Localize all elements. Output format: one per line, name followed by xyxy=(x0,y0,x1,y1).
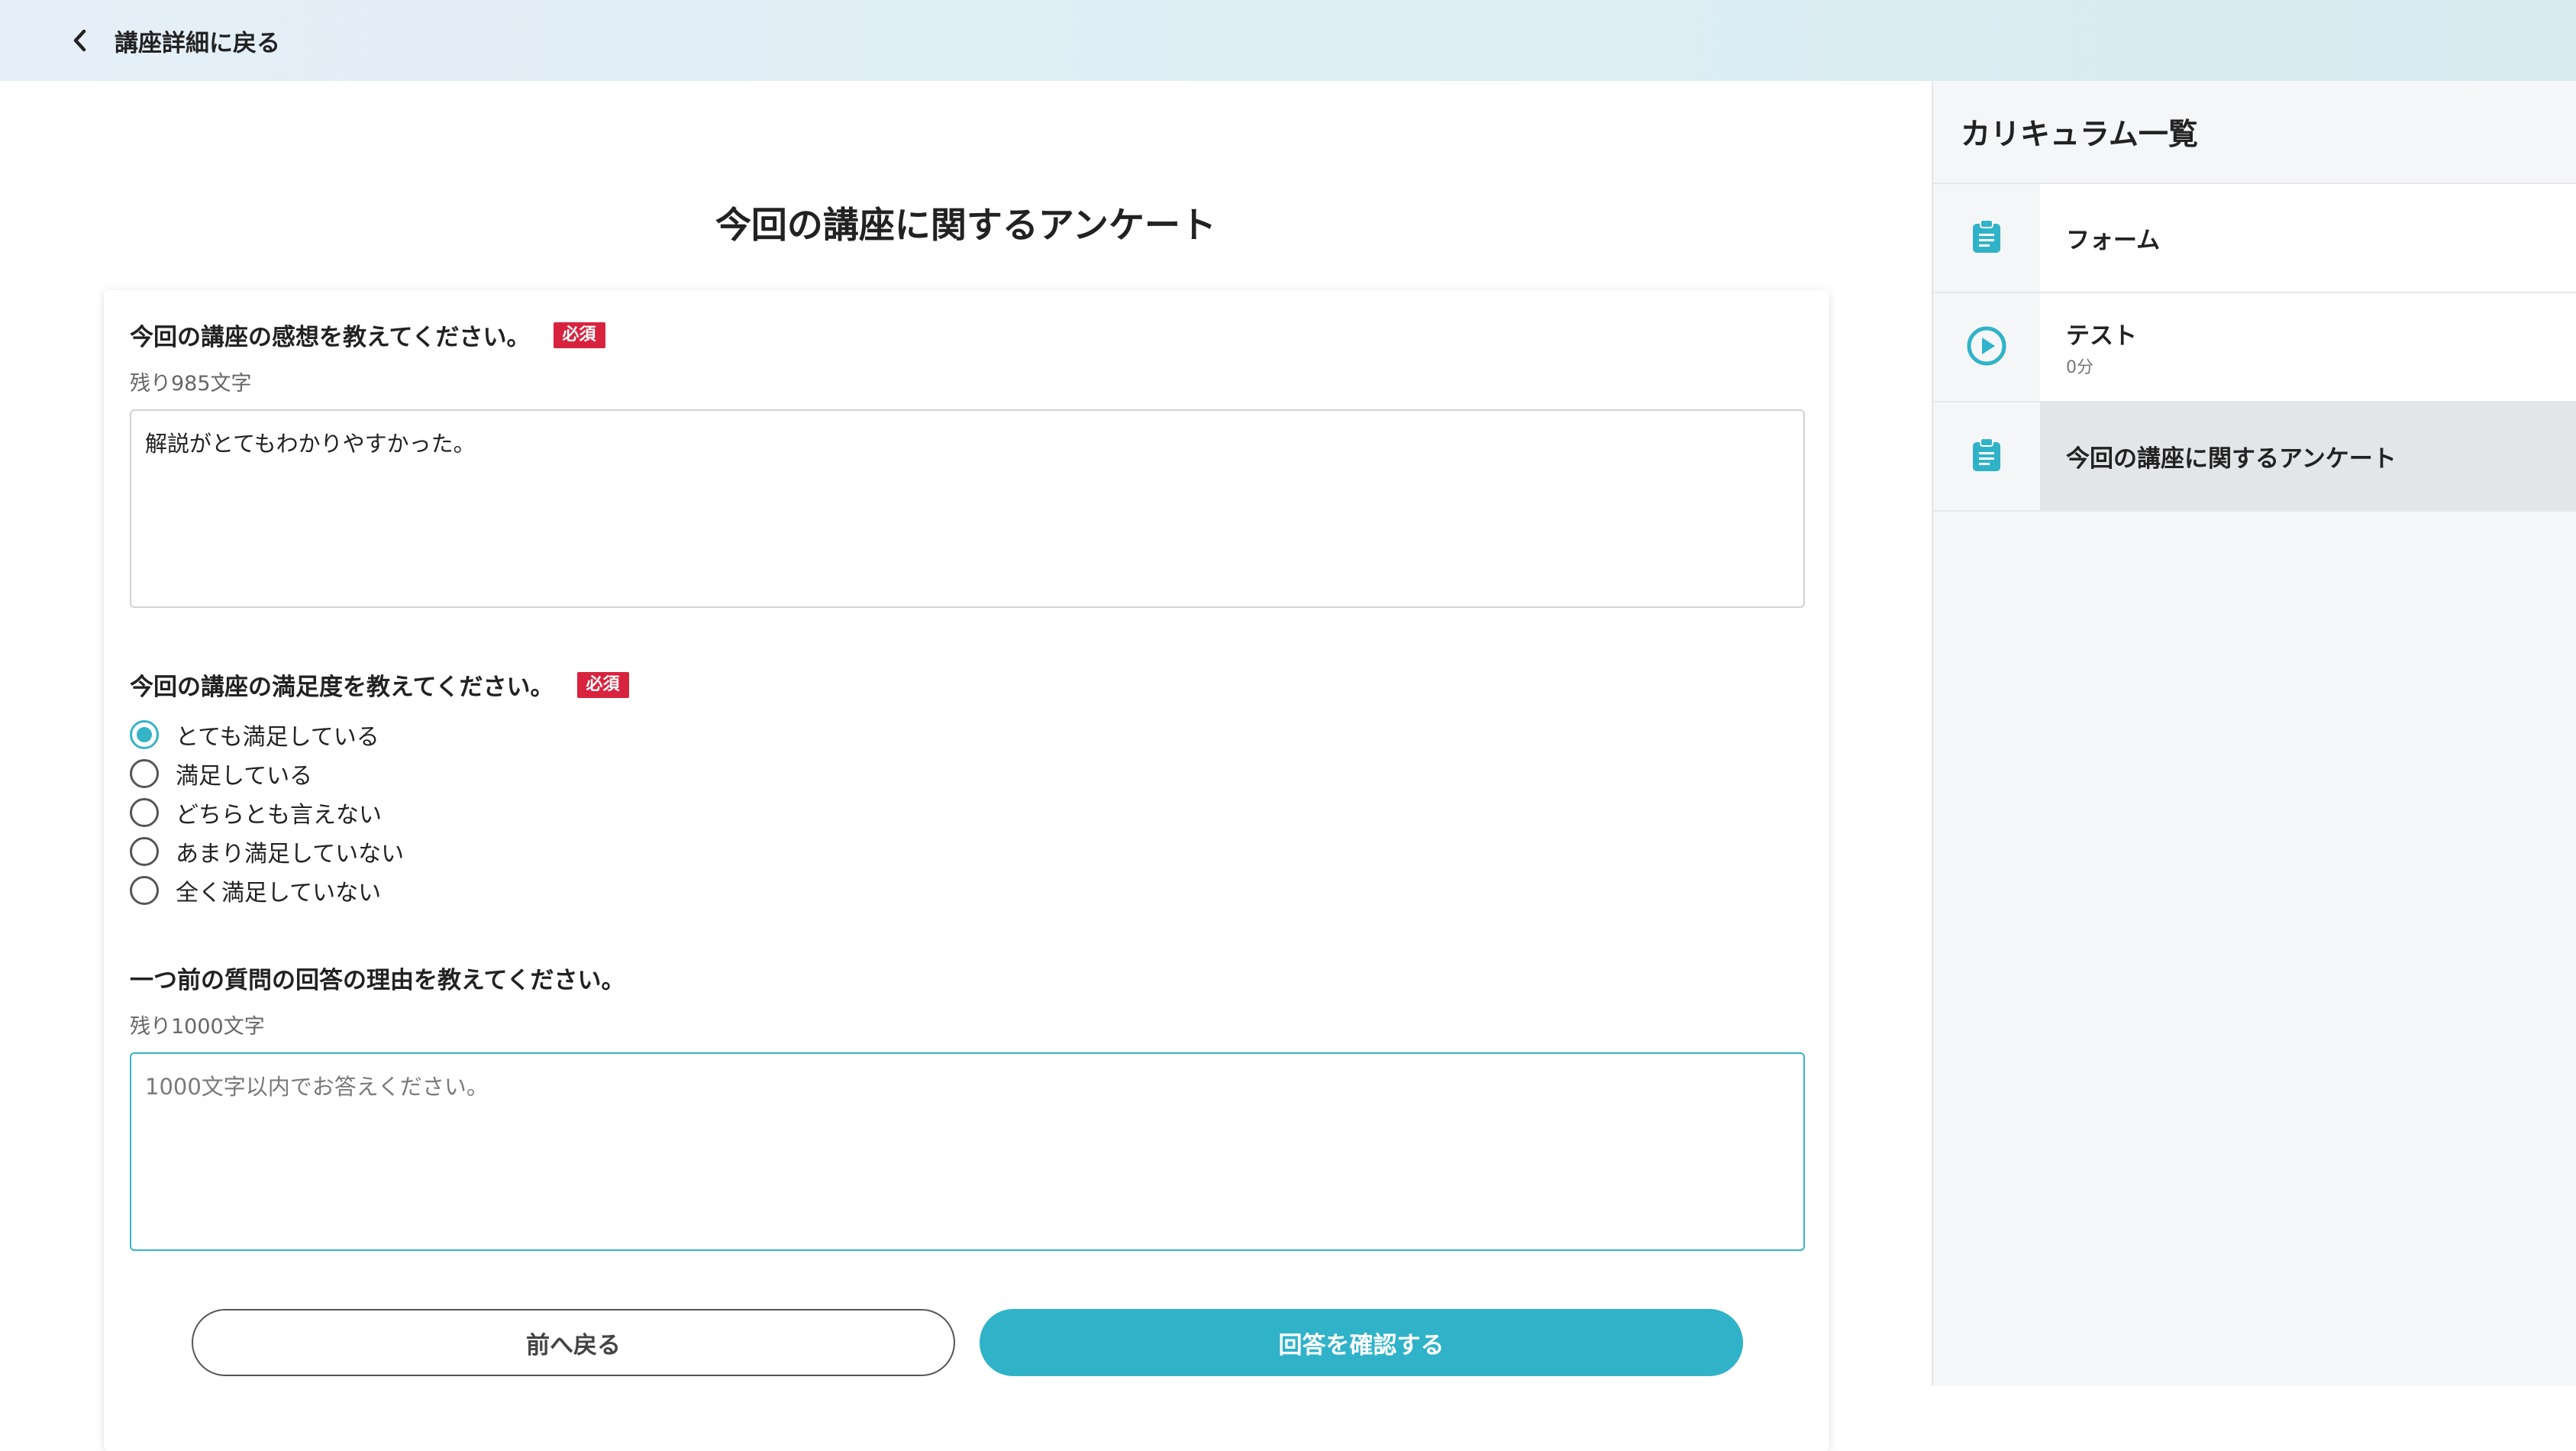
play-circle-icon xyxy=(1966,325,2007,370)
curriculum-item-test[interactable]: テスト 0分 xyxy=(1933,293,2576,402)
radio-button[interactable] xyxy=(130,758,159,788)
question-3-title: 一つ前の質問の回答の理由を教えてください。 xyxy=(130,961,625,995)
radio-label: 満足している xyxy=(176,762,313,790)
curriculum-item-label: フォーム xyxy=(2066,227,2161,254)
curriculum-item-text: 今回の講座に関するアンケート xyxy=(2040,402,2576,510)
required-badge: 必須 xyxy=(576,671,629,698)
page-title: 今回の講座に関するアンケート xyxy=(715,205,1217,247)
question-1-title: 今回の講座の感想を教えてください。 必須 xyxy=(130,318,605,352)
back-to-course-link[interactable]: 講座詳細に戻る xyxy=(69,24,280,58)
radio-option-not-satisfied[interactable]: 全く満足していない xyxy=(130,871,404,910)
radio-button[interactable] xyxy=(130,797,159,827)
back-link-label: 講座詳細に戻る xyxy=(115,29,280,57)
previous-button[interactable]: 前へ戻る xyxy=(192,1309,955,1376)
question-3-textarea[interactable]: 1000文字以内でお答えください。 xyxy=(130,1052,1805,1251)
radio-button[interactable] xyxy=(130,875,159,905)
radio-option-satisfied[interactable]: 満足している xyxy=(130,754,404,793)
curriculum-item-label: 今回の講座に関するアンケート xyxy=(2066,445,2397,473)
chevron-left-icon xyxy=(69,29,92,52)
survey-form-card: 今回の講座の感想を教えてください。 必須 残り985文字 解説がとてもわかりやす… xyxy=(104,290,1829,1451)
curriculum-item-text: フォーム xyxy=(2040,184,2576,292)
radio-label: あまり満足していない xyxy=(176,840,405,868)
curriculum-item-survey[interactable]: 今回の講座に関するアンケート xyxy=(1933,402,2576,512)
top-bar: 講座詳細に戻る xyxy=(0,0,2576,81)
sidebar-title: カリキュラム一覧 xyxy=(1933,81,2576,184)
required-badge: 必須 xyxy=(553,322,605,348)
radio-label: どちらとも言えない xyxy=(176,801,382,829)
radio-option-neutral[interactable]: どちらとも言えない xyxy=(130,793,404,832)
question-3-remaining-count: 残り1000文字 xyxy=(130,1015,265,1039)
curriculum-item-form[interactable]: フォーム xyxy=(1933,184,2576,293)
question-2-text: 今回の講座の満足度を教えてください。 xyxy=(130,674,554,701)
confirm-answers-button[interactable]: 回答を確認する xyxy=(980,1309,1743,1376)
radio-button-checked[interactable] xyxy=(130,719,159,749)
question-1-remaining-count: 残り985文字 xyxy=(130,372,252,396)
curriculum-item-icon-cell xyxy=(1933,293,2040,401)
curriculum-item-text: テスト 0分 xyxy=(2040,293,2576,401)
satisfaction-radio-group: とても満足している 満足している どちらとも言えない あまり満足していない 全く… xyxy=(130,715,404,910)
radio-button[interactable] xyxy=(130,836,159,866)
curriculum-item-icon-cell xyxy=(1933,184,2040,292)
main-content: 今回の講座に関するアンケート 今回の講座の感想を教えてください。 必須 残り98… xyxy=(0,81,1932,1451)
clipboard-icon xyxy=(1971,218,2002,257)
clipboard-icon xyxy=(1971,437,2002,476)
curriculum-sidebar: カリキュラム一覧 フォーム テスト 0分 今回の講座に関するアンケート xyxy=(1932,81,2576,1385)
radio-option-very-satisfied[interactable]: とても満足している xyxy=(130,715,404,754)
radio-label: とても満足している xyxy=(176,723,379,751)
question-2-title: 今回の講座の満足度を教えてください。 必須 xyxy=(130,667,629,702)
curriculum-item-icon-cell xyxy=(1933,402,2040,510)
curriculum-item-duration: 0分 xyxy=(2066,358,2093,377)
question-3-text: 一つ前の質問の回答の理由を教えてください。 xyxy=(130,967,625,994)
question-1-textarea[interactable]: 解説がとてもわかりやすかった。 xyxy=(130,409,1805,608)
radio-option-not-very-satisfied[interactable]: あまり満足していない xyxy=(130,832,404,871)
curriculum-item-label: テスト xyxy=(2066,322,2137,350)
radio-label: 全く満足していない xyxy=(176,879,382,906)
question-1-text: 今回の講座の感想を教えてください。 xyxy=(130,324,531,351)
